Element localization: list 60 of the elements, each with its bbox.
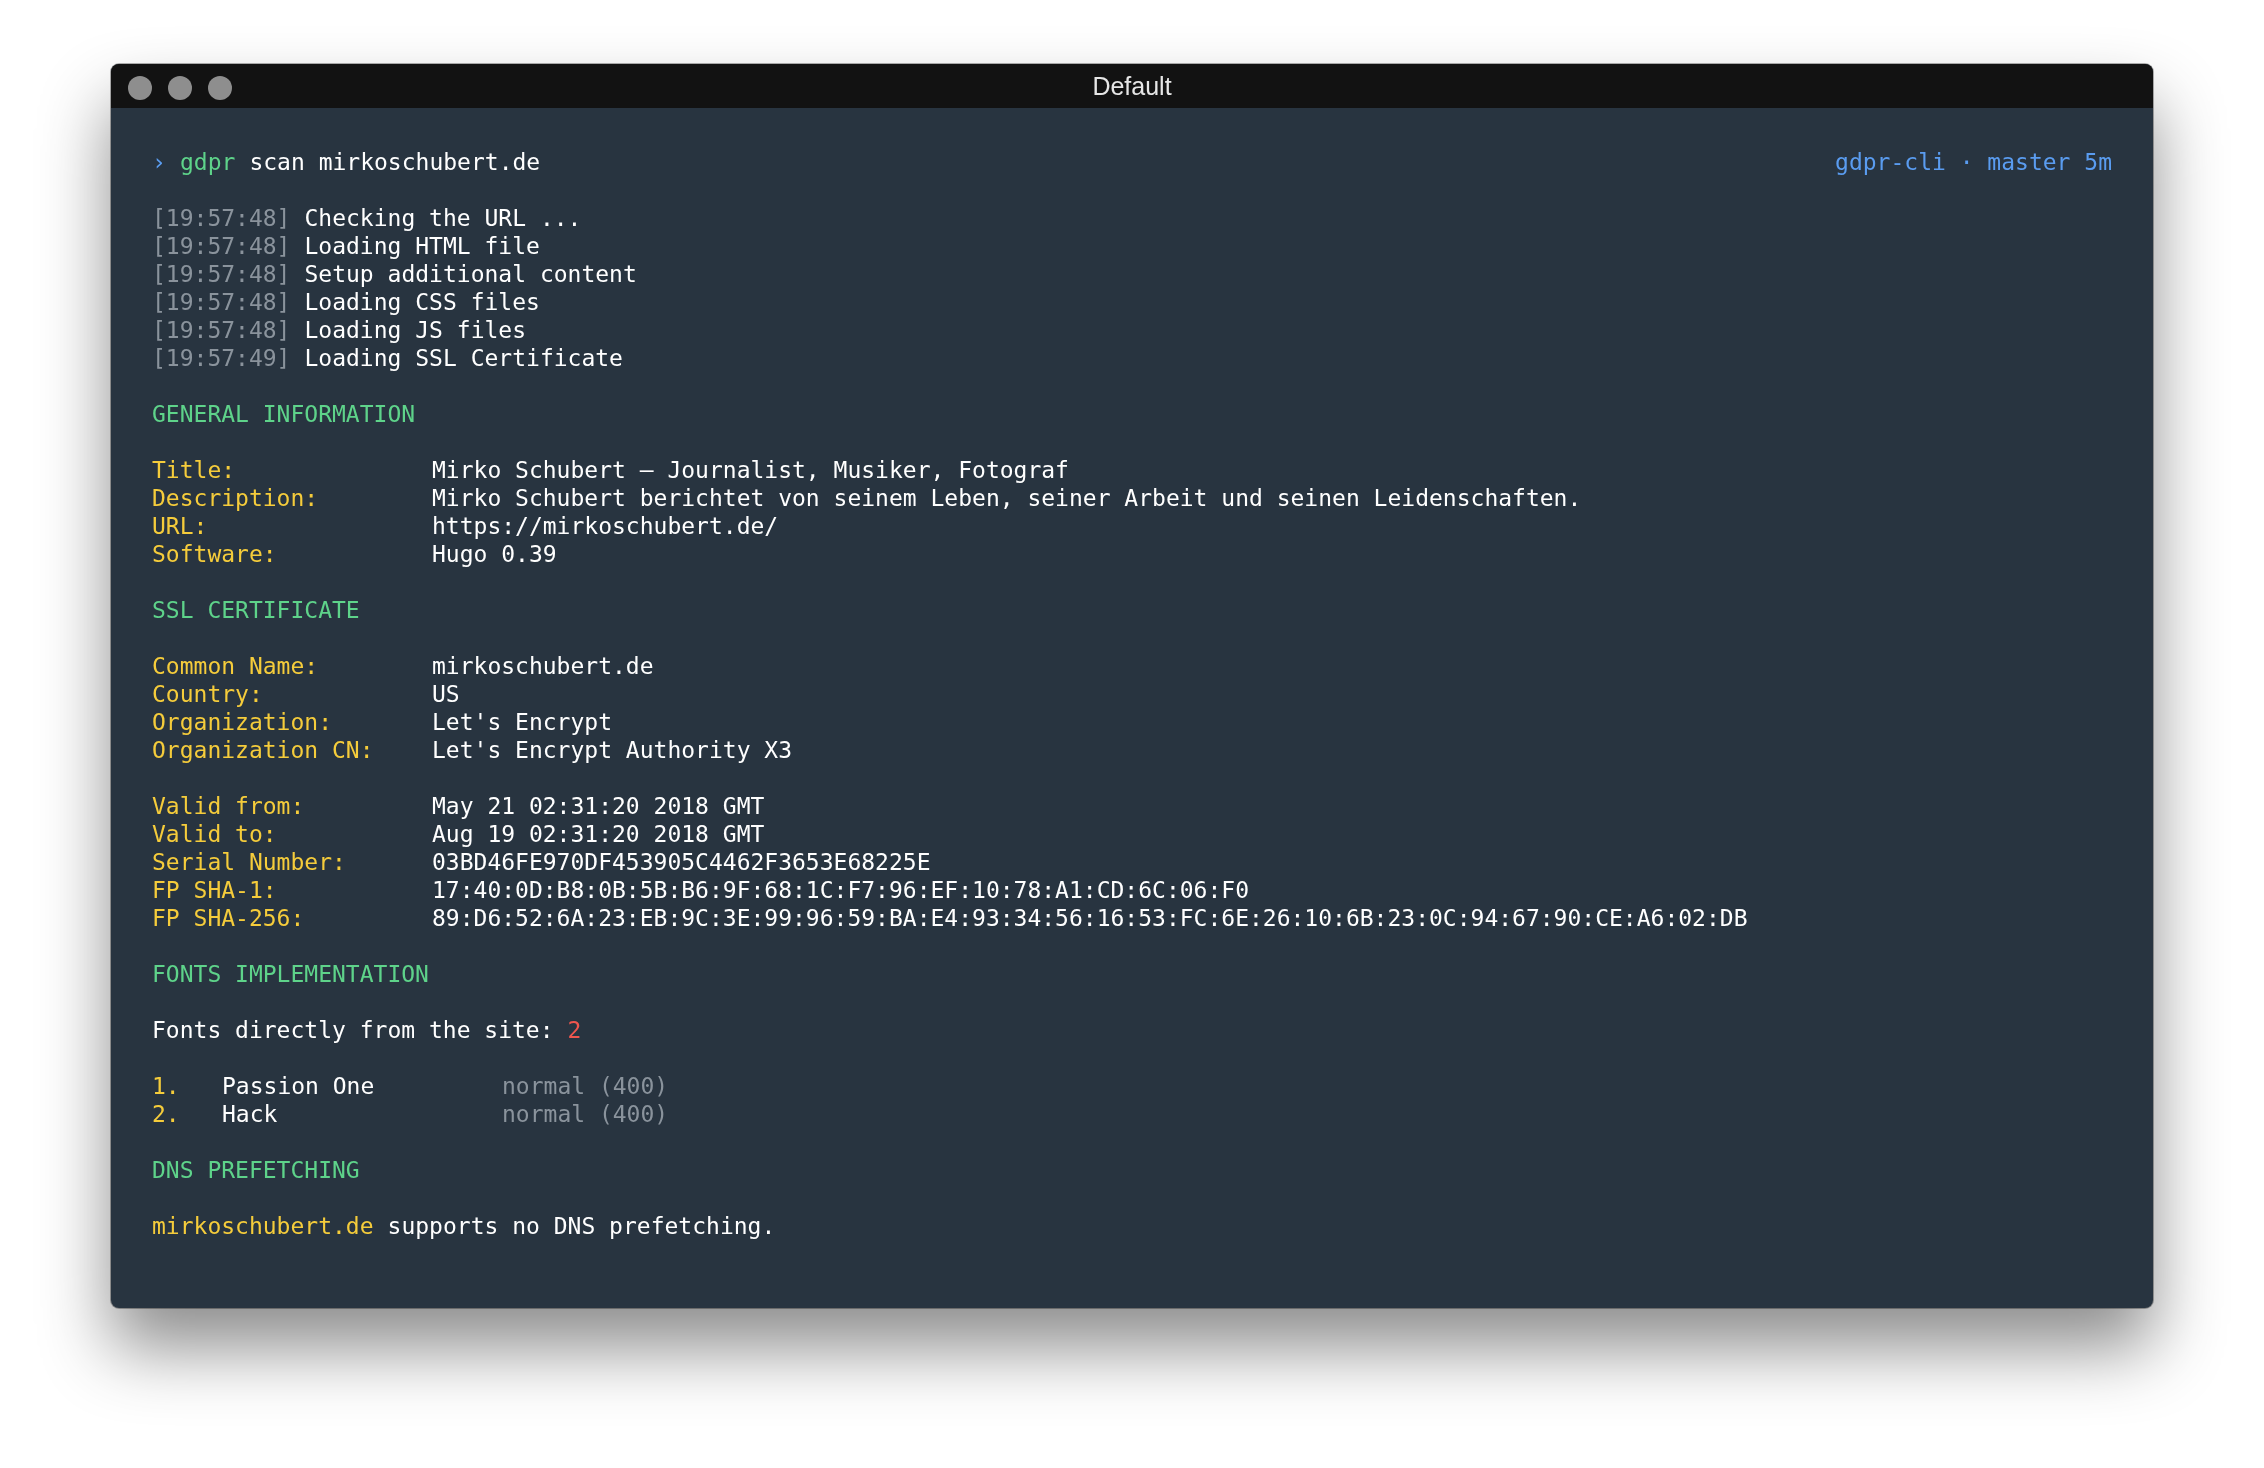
field-value: 89:D6:52:6A:23:EB:9C:3E:99:96:59:BA:E4:93:34:56:16:53:FC:6E:26:10:6B:23:0C:94:67:90:CE:A6:02:DB [432,904,1748,932]
command-name: gdpr [180,148,236,176]
log-message: Loading HTML file [304,232,540,260]
field-label: URL: [152,512,209,540]
command-arguments: scan mirkoschubert.de [249,148,541,176]
minimize-icon[interactable] [168,76,192,100]
field-label: FP SHA-1: [152,876,278,904]
field-value: 17:40:0D:B8:0B:5B:B6:9F:68:1C:F7:96:EF:10:78:A1:CD:6C:06:F0 [432,876,1249,904]
field-value: May 21 02:31:20 2018 GMT [432,792,765,820]
section-heading: DNS PREFETCHING [152,1156,360,1184]
field-label: Software: [152,540,278,568]
list-number: 2. [152,1100,181,1128]
prompt-status: gdpr-cli · master 5m [1835,148,2112,176]
field-label: Organization CN: [152,736,375,764]
field-value: Aug 19 02:31:20 2018 GMT [432,820,765,848]
log-message: Loading JS files [304,316,527,344]
log-message: Setup additional content [304,260,637,288]
field-value: 03BD46FE970DF453905C4462F3653E68225E [432,848,931,876]
log-timestamp: [19:57:48] [152,204,291,232]
field-value: Mirko Schubert – Journalist, Musiker, Fotograf [432,456,1069,484]
window-title: Default [1092,71,1172,101]
field-label: Valid from: [152,792,306,820]
field-label: Title: [152,456,237,484]
zoom-icon[interactable] [208,76,232,100]
fonts-count: 2 [567,1016,582,1044]
font-weight: normal (400) [502,1100,669,1128]
log-message: Checking the URL ... [304,204,582,232]
field-label: Common Name: [152,652,320,680]
log-timestamp: [19:57:49] [152,344,291,372]
field-value: Let's Encrypt Authority X3 [432,736,793,764]
log-timestamp: [19:57:48] [152,316,291,344]
list-number: 1. [152,1072,181,1100]
domain-name: mirkoschubert.de [152,1212,374,1240]
field-value: https://mirkoschubert.de/ [432,512,779,540]
font-name: Passion One [222,1072,376,1100]
field-value: Let's Encrypt [432,708,612,736]
field-label: FP SHA-256: [152,904,306,932]
log-timestamp: [19:57:48] [152,260,291,288]
log-timestamp: [19:57:48] [152,232,291,260]
log-message: Loading SSL Certificate [304,344,623,372]
field-label: Country: [152,680,264,708]
font-name: Hack [222,1100,279,1128]
field-value: Hugo 0.39 [432,540,557,568]
section-heading: FONTS IMPLEMENTATION [152,960,429,988]
log-message: Loading CSS files [304,288,540,316]
field-label: Description: [152,484,320,512]
field-label: Valid to: [152,820,278,848]
log-timestamp: [19:57:48] [152,288,291,316]
field-label: Organization: [152,708,333,736]
field-value: mirkoschubert.de [432,652,654,680]
section-heading: SSL CERTIFICATE [152,596,360,624]
close-icon[interactable] [128,76,152,100]
field-value: US [432,680,460,708]
section-heading: GENERAL INFORMATION [152,400,416,428]
field-label: Serial Number: [152,848,347,876]
prompt-symbol: › [152,148,167,176]
field-value: Mirko Schubert berichtet von seinem Leben, seiner Arbeit und seinen Leidenschaften. [432,484,1582,512]
font-weight: normal (400) [502,1072,669,1100]
note-message: supports no DNS prefetching. [387,1212,776,1240]
fonts-summary: Fonts directly from the site: [152,1016,554,1044]
